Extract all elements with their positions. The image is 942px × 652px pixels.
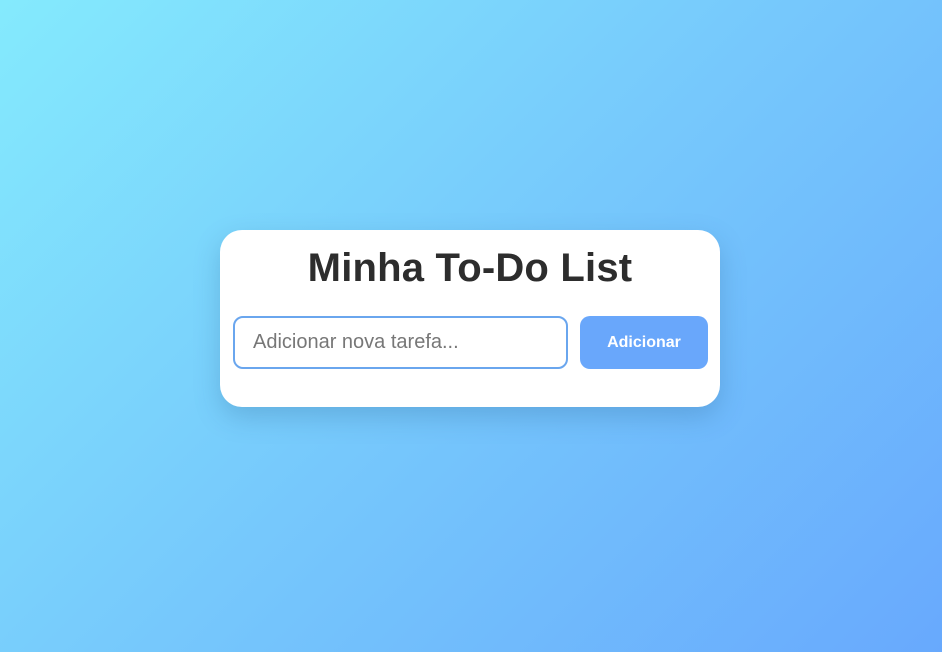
page-title: Minha To-Do List	[307, 246, 633, 290]
add-task-button[interactable]: Adicionar	[580, 316, 708, 369]
page-background: { "app": { "title": "Minha To-Do List" }…	[0, 0, 942, 652]
todo-card: Minha To-Do List Adicionar	[220, 230, 720, 407]
new-task-input[interactable]	[233, 316, 568, 369]
